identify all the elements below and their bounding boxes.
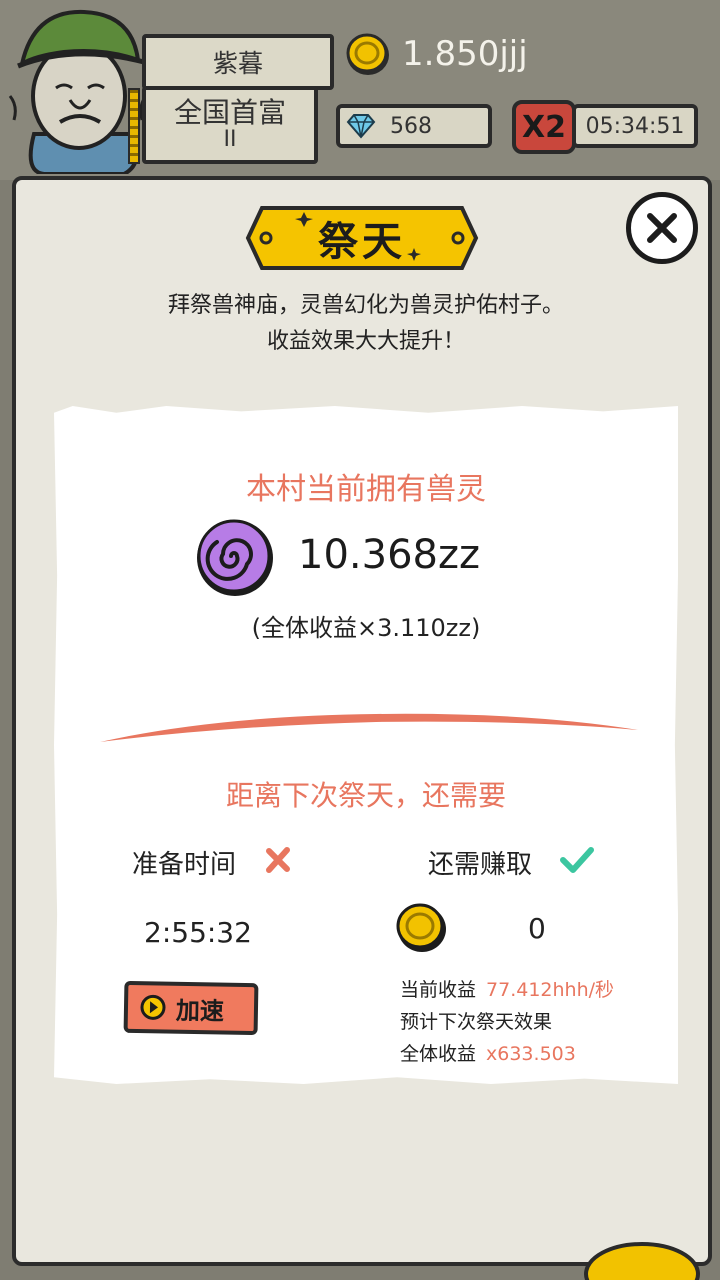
coin-amount: 1.850jjj — [402, 34, 528, 74]
double-income-badge[interactable]: X2 — [512, 100, 576, 154]
next-sacrifice-heading: 距离下次祭天，还需要 — [225, 779, 506, 812]
rank-tier: II — [223, 127, 237, 153]
spirit-swirl-icon — [197, 519, 273, 596]
sign-rope-left — [128, 88, 140, 164]
coin-counter: 1.850jjj — [344, 30, 528, 78]
forecast-label: 预计下次祭天效果 — [400, 1011, 553, 1033]
gold-coin-icon — [396, 903, 446, 952]
prep-time-label: 准备时间 — [132, 850, 237, 880]
title-banner-label-wrap: 祭天 — [244, 202, 480, 274]
income-stats: 当前收益 77.412hhh/秒 预计下次祭天效果 全体收益 x633.503 — [400, 974, 614, 1070]
total-income-label: 全体收益 — [400, 1043, 477, 1065]
description-line-1: 拜祭兽神庙，灵兽幻化为兽灵护佑村子。 — [167, 293, 564, 318]
info-panel: 本村当前拥有兽灵 10.368zz (全体收益×3.110zz) 距离下次祭天，… — [54, 406, 678, 1084]
spirit-count: 10.368zz — [298, 532, 480, 578]
current-income-row: 当前收益 77.412hhh/秒 — [400, 974, 614, 1006]
top-hud: 紫暮 全国首富 II 1.850jjj 568 X2 05:34:51 — [0, 0, 720, 180]
cross-mark-icon — [266, 847, 290, 873]
rank-sign[interactable]: 全国首富 II — [142, 86, 318, 164]
description-line-2: 收益效果大大提升！ — [266, 329, 465, 354]
boost-timer-value: 05:34:51 — [585, 113, 685, 139]
spirit-heading: 本村当前拥有兽灵 — [246, 472, 486, 507]
spirit-bonus: (全体收益×3.110zz) — [251, 614, 481, 642]
total-income-row: 全体收益 x633.503 — [400, 1038, 614, 1070]
gold-coin-icon — [346, 33, 389, 75]
rank-title: 全国首富 — [173, 95, 286, 129]
dialog-title: 祭天 — [318, 219, 406, 265]
earn-needed-label: 还需赚取 — [428, 850, 533, 880]
player-name-sign[interactable]: 紫暮 — [142, 34, 334, 90]
boost-badge-label: X2 — [521, 109, 566, 145]
sacrifice-dialog: 祭天 拜祭兽神庙，灵兽幻化为兽灵护佑村子。 收益效果大大提升！ 本村当前拥有兽灵… — [12, 176, 712, 1266]
gem-counter[interactable]: 568 — [336, 104, 492, 148]
close-icon — [647, 213, 677, 243]
check-mark-icon — [560, 847, 594, 873]
earn-needed-value: 0 — [528, 912, 546, 945]
brush-divider — [100, 713, 638, 742]
close-button[interactable] — [626, 192, 698, 264]
speed-up-button[interactable]: 加速 — [123, 980, 259, 1036]
play-video-icon — [140, 994, 166, 1020]
current-income-value: 77.412hhh/秒 — [486, 979, 615, 1001]
player-name: 紫暮 — [212, 49, 263, 78]
current-income-label: 当前收益 — [400, 979, 477, 1001]
diamond-icon — [346, 114, 376, 139]
prep-time-value: 2:55:32 — [144, 916, 252, 949]
dialog-description: 拜祭兽神庙，灵兽幻化为兽灵护佑村子。 收益效果大大提升！ — [56, 288, 676, 360]
speed-up-label: 加速 — [175, 996, 225, 1026]
total-income-value: x633.503 — [486, 1043, 576, 1065]
gem-amount: 568 — [390, 113, 432, 139]
background-coin-pile — [584, 1242, 700, 1280]
boost-timer: 05:34:51 — [572, 104, 698, 148]
